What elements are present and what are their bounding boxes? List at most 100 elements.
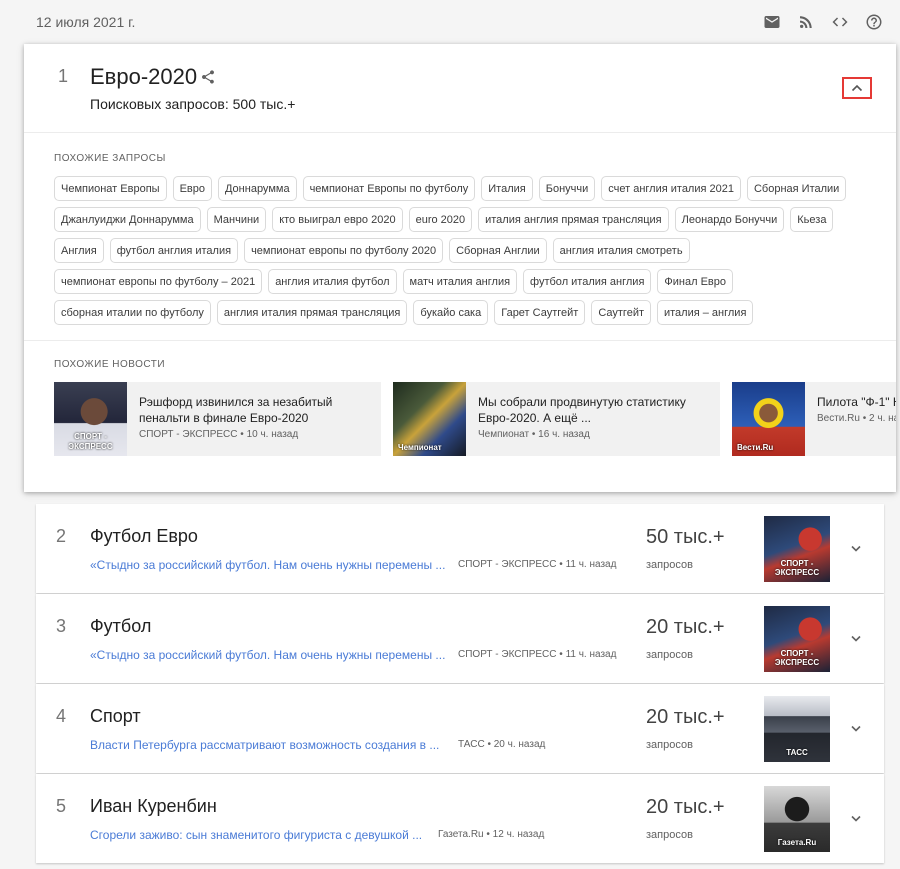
trend-title[interactable]: Футбол Евро [90, 526, 198, 547]
related-query-chip[interactable]: букайо сака [413, 300, 489, 325]
related-query-chip[interactable]: Кьеза [790, 207, 834, 232]
related-query-chip[interactable]: Англия [54, 238, 104, 263]
related-query-chip[interactable]: чемпионат европы по футболу – 2021 [54, 269, 263, 294]
related-query-chip[interactable]: англия италия футбол [268, 269, 397, 294]
related-query-chip[interactable]: матч италия англия [402, 269, 518, 294]
related-query-chip[interactable]: Сборная Англии [449, 238, 547, 263]
news-headline: Рэшфорд извинился за незабитый пенальти … [139, 395, 333, 425]
related-query-chip[interactable]: Бонуччи [538, 176, 596, 201]
chevron-down-icon [851, 545, 861, 552]
trend-search-volume: Поисковых запросов: 500 тыс.+ [90, 96, 296, 112]
news-headline: Пилота "Ф-1" Н финала Евро-2 [817, 395, 896, 409]
news-meta: Чемпионат • 16 ч. назад [478, 429, 590, 440]
top-bar: 12 июля 2021 г. [0, 0, 900, 44]
trend-thumbnail[interactable]: Газета.Ru [764, 786, 830, 852]
trend-rank: 1 [58, 66, 69, 86]
expand-button[interactable] [848, 540, 864, 556]
related-query-chip[interactable]: италия – англия [657, 300, 754, 325]
news-meta: Вести.Ru • 2 ч. на [817, 413, 896, 424]
related-news-list: СПОРТ - ЭКСПРЕСС Рэшфорд извинился за не… [54, 382, 896, 456]
trend-row[interactable]: 5 Иван Куренбин Сгорели заживо: сын знам… [36, 774, 884, 863]
related-query-chip[interactable]: Доннарумма [217, 176, 297, 201]
news-card[interactable]: СПОРТ - ЭКСПРЕСС Рэшфорд извинился за не… [54, 382, 381, 456]
search-count: 20 тыс.+ [646, 796, 725, 818]
search-count: 20 тыс.+ [646, 616, 725, 638]
expand-button[interactable] [848, 720, 864, 736]
trend-title[interactable]: Спорт [90, 706, 141, 727]
trend-row[interactable]: 4 Спорт Власти Петербурга рассматривают … [36, 684, 884, 773]
expand-button[interactable] [848, 630, 864, 646]
related-query-chip[interactable]: Манчини [206, 207, 267, 232]
search-count-label: запросов [646, 829, 693, 841]
trend-thumbnail[interactable]: СПОРТ - ЭКСПРЕСС [764, 516, 830, 582]
related-queries-list: Чемпионат Европы Евро Доннарумма чемпионат … [54, 176, 874, 325]
trend-card-expanded: 1 Евро-2020 Поисковых запросов: 500 тыс.… [24, 44, 896, 492]
related-query-chip[interactable]: счет англия италия 2021 [601, 176, 741, 201]
related-query-chip[interactable]: Сборная Италии [746, 176, 847, 201]
related-query-chip[interactable]: кто выиграл евро 2020 [272, 207, 403, 232]
news-card[interactable]: Вести.Ru Пилота "Ф-1" Н финала Евро-2 Ве… [732, 382, 896, 456]
related-query-chip[interactable]: сборная италии по футболу [54, 300, 211, 325]
trend-rank: 5 [56, 796, 67, 816]
trend-rank: 4 [56, 706, 67, 726]
article-link[interactable]: Власти Петербурга рассматривают возможно… [90, 738, 439, 752]
collapse-button[interactable] [842, 77, 872, 99]
news-card[interactable]: Чемпионат Мы собрали продвинутую статист… [393, 382, 720, 456]
related-news-title: ПОХОЖИЕ НОВОСТИ [54, 359, 166, 370]
related-query-chip[interactable]: футбол италия англия [523, 269, 652, 294]
divider [24, 132, 896, 133]
expand-button[interactable] [848, 810, 864, 826]
search-count: 50 тыс.+ [646, 526, 725, 548]
search-count: 20 тыс.+ [646, 706, 725, 728]
date-label: 12 июля 2021 г. [36, 14, 136, 30]
related-query-chip[interactable]: чемпионат Европы по футболу [302, 176, 476, 201]
thumb-caption: СПОРТ - ЭКСПРЕСС [774, 559, 820, 577]
related-query-chip[interactable]: италия англия прямая трансляция [478, 207, 669, 232]
article-link[interactable]: Сгорели заживо: сын знаменитого фигурист… [90, 828, 422, 842]
trend-row[interactable]: 3 Футбол «Стыдно за российский футбол. Н… [36, 594, 884, 683]
news-thumb-caption: СПОРТ - ЭКСПРЕСС [68, 432, 113, 451]
thumb-caption: СПОРТ - ЭКСПРЕСС [774, 649, 820, 667]
help-icon[interactable] [864, 12, 884, 32]
news-thumbnail: СПОРТ - ЭКСПРЕСС [54, 382, 127, 456]
chevron-down-icon [851, 815, 861, 822]
article-source: ТАСС • 20 ч. назад [458, 739, 546, 750]
thumb-caption: Газета.Ru [777, 838, 817, 847]
related-query-chip[interactable]: футбол англия италия [109, 238, 239, 263]
news-thumb-caption: Вести.Ru [737, 443, 774, 452]
embed-code-icon[interactable] [830, 12, 850, 32]
search-count-label: запросов [646, 649, 693, 661]
related-query-chip[interactable]: англия италия прямая трансляция [216, 300, 408, 325]
trend-row[interactable]: 2 Футбол Евро «Стыдно за российский футб… [36, 504, 884, 593]
email-icon[interactable] [762, 12, 782, 32]
trend-rank: 2 [56, 526, 67, 546]
related-query-chip[interactable]: чемпионат европы по футболу 2020 [244, 238, 444, 263]
related-query-chip[interactable]: Италия [481, 176, 533, 201]
trend-title[interactable]: Евро-2020 [90, 64, 197, 90]
chevron-up-icon [851, 84, 863, 92]
news-thumbnail: Вести.Ru [732, 382, 805, 456]
trend-rank: 3 [56, 616, 67, 636]
related-query-chip[interactable]: Саутгейт [591, 300, 651, 325]
chevron-down-icon [851, 635, 861, 642]
related-query-chip[interactable]: euro 2020 [408, 207, 473, 232]
related-query-chip[interactable]: Леонардо Бонуччи [674, 207, 785, 232]
trend-thumbnail[interactable]: ТАСС [764, 696, 830, 762]
search-count-label: запросов [646, 559, 693, 571]
divider [24, 340, 896, 341]
related-query-chip[interactable]: Джанлуиджи Доннарумма [54, 207, 201, 232]
news-thumbnail: Чемпионат [393, 382, 466, 456]
rss-icon[interactable] [796, 12, 816, 32]
trend-thumbnail[interactable]: СПОРТ - ЭКСПРЕСС [764, 606, 830, 672]
related-query-chip[interactable]: Чемпионат Европы [54, 176, 167, 201]
chevron-down-icon [851, 725, 861, 732]
article-link[interactable]: «Стыдно за российский футбол. Нам очень … [90, 648, 445, 662]
related-query-chip[interactable]: Финал Евро [657, 269, 733, 294]
trend-title[interactable]: Иван Куренбин [90, 796, 217, 817]
share-icon[interactable] [200, 69, 216, 85]
trend-title[interactable]: Футбол [90, 616, 151, 637]
related-query-chip[interactable]: Евро [172, 176, 212, 201]
related-query-chip[interactable]: англия италия смотреть [552, 238, 690, 263]
related-query-chip[interactable]: Гарет Саутгейт [494, 300, 586, 325]
article-link[interactable]: «Стыдно за российский футбол. Нам очень … [90, 558, 445, 572]
